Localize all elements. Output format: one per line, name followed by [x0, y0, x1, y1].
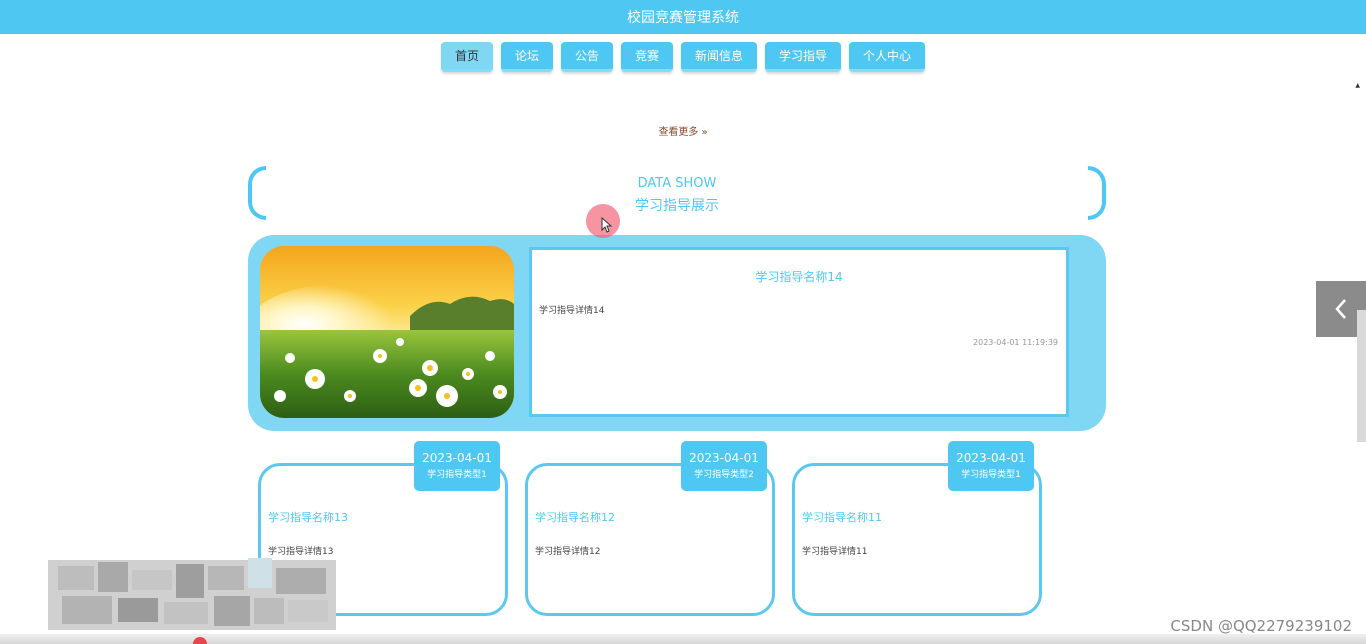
main-nav: 首页 论坛 公告 竞赛 新闻信息 学习指导 个人中心: [0, 42, 1366, 72]
section-header: DATA SHOW 学习指导展示: [248, 166, 1106, 220]
badge-type: 学习指导类型2: [694, 470, 754, 480]
item-name[interactable]: 学习指导名称13: [268, 509, 348, 525]
date-badge: 2023-04-01 学习指导类型1: [414, 441, 500, 491]
scroll-up-arrow-icon[interactable]: ▲: [1355, 82, 1360, 89]
nav-item-personal-center[interactable]: 个人中心: [849, 42, 926, 72]
nav-item-home[interactable]: 首页: [440, 42, 493, 72]
nav-item-label: 学习指导: [779, 49, 828, 63]
daisy-field-image: [260, 246, 514, 418]
featured-name[interactable]: 学习指导名称14: [532, 268, 1066, 285]
cursor-highlight: [586, 204, 620, 238]
record-indicator-icon: [193, 637, 207, 644]
badge-date: 2023-04-01: [422, 451, 492, 465]
view-more-label: 查看更多: [658, 127, 699, 138]
badge-type: 学习指导类型1: [961, 470, 1021, 480]
badge-date: 2023-04-01: [956, 451, 1026, 465]
item-name[interactable]: 学习指导名称11: [802, 509, 882, 525]
nav-item-forum[interactable]: 论坛: [500, 42, 553, 72]
item-name[interactable]: 学习指导名称12: [535, 509, 615, 525]
section-title-en: DATA SHOW: [637, 176, 717, 191]
chevron-left-icon: [1335, 299, 1346, 319]
nav-item-notice[interactable]: 公告: [560, 42, 613, 72]
item-detail: 学习指导详情12: [535, 547, 601, 557]
mouse-pointer-icon: [601, 216, 613, 233]
section-title-cn: 学习指导展示: [635, 198, 719, 214]
featured-image[interactable]: [260, 246, 514, 418]
scrollbar-thumb[interactable]: [1357, 310, 1366, 442]
view-more-link[interactable]: 查看更多»: [0, 123, 1366, 138]
featured-card[interactable]: 学习指导名称14 学习指导详情14 2023-04-01 11:19:39: [529, 247, 1069, 417]
featured-time: 2023-04-01 11:19:39: [973, 338, 1058, 347]
nav-item-label: 新闻信息: [695, 49, 744, 63]
pixelated-mosaic: [48, 558, 336, 630]
watermark-text: CSDN @QQ2279239102: [1170, 617, 1352, 635]
nav-item-label: 论坛: [514, 49, 539, 63]
item-detail: 学习指导详情11: [802, 547, 868, 557]
date-badge: 2023-04-01 学习指导类型2: [681, 441, 767, 491]
blurred-overlay: [48, 552, 336, 634]
site-title: 校园竞赛管理系统: [627, 10, 739, 26]
nav-item-label: 首页: [454, 49, 479, 63]
featured-panel: 学习指导名称14 学习指导详情14 2023-04-01 11:19:39: [248, 235, 1106, 431]
double-chevron-right-icon: »: [701, 127, 708, 138]
badge-type: 学习指导类型1: [427, 470, 487, 480]
top-header-bar: 校园竞赛管理系统: [0, 0, 1366, 34]
nav-item-competition[interactable]: 竞赛: [620, 42, 673, 72]
date-badge: 2023-04-01 学习指导类型1: [948, 441, 1034, 491]
nav-item-label: 竞赛: [634, 49, 659, 63]
nav-item-label: 公告: [574, 49, 599, 63]
badge-date: 2023-04-01: [689, 451, 759, 465]
nav-item-study-guide[interactable]: 学习指导: [765, 42, 842, 72]
nav-item-label: 个人中心: [863, 49, 912, 63]
nav-item-news[interactable]: 新闻信息: [681, 42, 758, 72]
featured-detail: 学习指导详情14: [539, 306, 605, 316]
